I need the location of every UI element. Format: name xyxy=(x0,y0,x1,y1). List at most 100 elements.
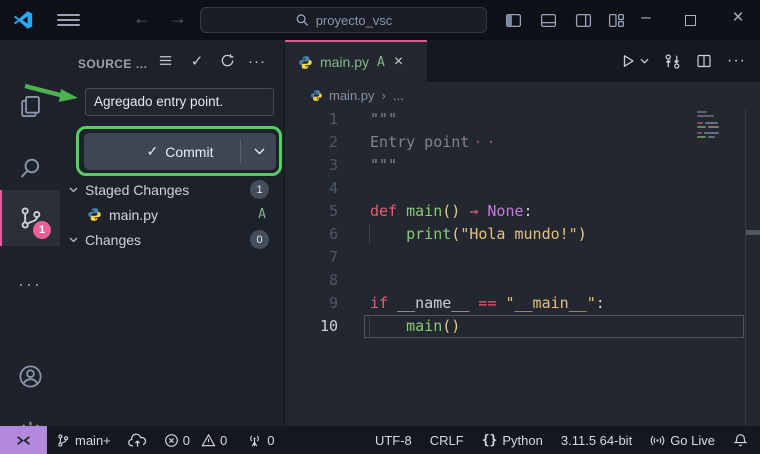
code-line-3[interactable]: 3""" xyxy=(285,154,760,177)
go-live-label: Go Live xyxy=(670,433,715,448)
line-content[interactable] xyxy=(338,177,370,200)
sync-changes-button[interactable] xyxy=(128,433,147,448)
branch-indicator[interactable]: main+ xyxy=(56,433,111,448)
commit-message-input[interactable]: Agregado entry point. xyxy=(85,88,274,116)
cloud-upload-icon xyxy=(128,433,147,448)
interpreter-label: 3.11.5 64-bit xyxy=(561,433,632,448)
toggle-sidebar-icon[interactable] xyxy=(505,12,522,29)
refresh-icon[interactable] xyxy=(218,53,236,71)
more-views-icon[interactable]: ··· xyxy=(0,262,60,306)
minimize-button[interactable]: – xyxy=(636,7,656,27)
maximize-button[interactable] xyxy=(685,15,696,26)
search-view-icon[interactable] xyxy=(0,146,60,190)
editor-more-actions-icon[interactable]: ··· xyxy=(727,52,746,70)
line-number[interactable]: 2 xyxy=(285,131,338,154)
open-changes-icon[interactable] xyxy=(664,53,681,70)
line-content[interactable] xyxy=(338,269,370,292)
line-content[interactable]: print("Hola mundo!") xyxy=(338,223,587,246)
line-number[interactable]: 6 xyxy=(285,223,338,246)
account-icon[interactable] xyxy=(0,354,60,398)
line-content[interactable]: Entry point·· xyxy=(338,131,499,154)
code-line-7[interactable]: 7 xyxy=(285,246,760,269)
scrollbar-marker[interactable] xyxy=(746,230,760,235)
breadcrumb[interactable]: main.py › ... xyxy=(285,82,760,108)
line-content[interactable]: def main() → None: xyxy=(338,200,533,223)
minimap[interactable] xyxy=(697,111,742,140)
commit-check-icon[interactable]: ✓ xyxy=(188,53,206,71)
run-dropdown-chevron-icon[interactable] xyxy=(640,58,649,64)
eol-indicator[interactable]: CRLF xyxy=(430,433,464,448)
line-number[interactable]: 4 xyxy=(285,177,338,200)
code-line-5[interactable]: 5def main() → None: xyxy=(285,200,760,223)
tab-main-py[interactable]: main.py A × xyxy=(285,40,427,82)
line-content[interactable]: """ xyxy=(338,154,397,177)
line-content[interactable]: """ xyxy=(338,108,397,131)
command-center-search[interactable]: proyecto_vsc xyxy=(200,7,487,33)
go-live-button[interactable]: Go Live xyxy=(650,433,715,448)
line-number[interactable]: 7 xyxy=(285,246,338,269)
code-line-4[interactable]: 4 xyxy=(285,177,760,200)
commit-button[interactable]: ✓ Commit xyxy=(84,133,276,170)
source-control-icon[interactable]: 1 xyxy=(0,190,60,246)
line-number[interactable]: 5 xyxy=(285,200,338,223)
tab-close-icon[interactable]: × xyxy=(394,53,403,71)
code-line-10[interactable]: 10 main() xyxy=(285,315,760,338)
staged-file-name: main.py xyxy=(109,207,158,223)
view-as-list-icon[interactable] xyxy=(156,53,174,71)
code-line-8[interactable]: 8 xyxy=(285,269,760,292)
ports-count: 0 xyxy=(267,433,274,448)
code-line-2[interactable]: 2Entry point·· xyxy=(285,131,760,154)
code-area[interactable]: 1"""2Entry point··3"""45def main() → Non… xyxy=(285,108,760,426)
split-editor-icon[interactable] xyxy=(696,53,712,69)
code-lines: 1"""2Entry point··3"""45def main() → Non… xyxy=(285,108,760,338)
back-arrow-icon[interactable]: ← xyxy=(131,8,153,29)
line-content[interactable] xyxy=(338,246,370,269)
ports-indicator[interactable]: 0 xyxy=(247,433,274,448)
run-python-file-button[interactable] xyxy=(620,53,649,69)
encoding-indicator[interactable]: UTF-8 xyxy=(375,433,412,448)
code-line-9[interactable]: 9if __name__ == "__main__": xyxy=(285,292,760,315)
tab-file-name: main.py xyxy=(320,54,369,70)
chevron-down-icon xyxy=(69,237,78,243)
changes-section[interactable]: Changes 0 xyxy=(60,227,285,252)
staged-changes-section[interactable]: Staged Changes 1 xyxy=(60,177,285,202)
remote-indicator[interactable] xyxy=(0,426,47,454)
changes-label: Changes xyxy=(85,232,141,248)
tab-git-status: A xyxy=(377,55,385,70)
breadcrumb-symbol[interactable]: ... xyxy=(393,88,404,103)
braces-icon: {} xyxy=(482,433,498,448)
code-line-6[interactable]: 6 print("Hola mundo!") xyxy=(285,223,760,246)
commit-button-label: Commit xyxy=(165,144,213,160)
bell-icon xyxy=(733,433,748,448)
line-number[interactable]: 3 xyxy=(285,154,338,177)
line-content[interactable]: main() xyxy=(338,315,460,338)
staged-file-row[interactable]: main.py A xyxy=(60,202,285,227)
problems-indicator[interactable]: 0 0 xyxy=(164,433,227,448)
line-content[interactable]: if __name__ == "__main__": xyxy=(338,292,605,315)
python-interpreter-indicator[interactable]: 3.11.5 64-bit xyxy=(561,433,632,448)
explorer-icon[interactable] xyxy=(0,84,60,128)
notifications-bell[interactable] xyxy=(733,433,748,448)
breadcrumb-file[interactable]: main.py xyxy=(329,88,375,103)
toggle-secondary-sidebar-icon[interactable] xyxy=(575,12,592,29)
line-number[interactable]: 10 xyxy=(285,315,338,338)
menu-icon[interactable] xyxy=(57,14,80,26)
toggle-panel-icon[interactable] xyxy=(540,12,557,29)
sidebar-title: SOURCE … xyxy=(78,57,148,71)
python-file-icon xyxy=(310,89,323,102)
encoding-label: UTF-8 xyxy=(375,433,412,448)
search-text: proyecto_vsc xyxy=(316,13,393,28)
close-window-button[interactable]: × xyxy=(728,7,748,29)
sidebar-more-actions-icon[interactable]: ··· xyxy=(248,53,266,71)
line-number[interactable]: 9 xyxy=(285,292,338,315)
code-line-1[interactable]: 1""" xyxy=(285,108,760,131)
line-number[interactable]: 1 xyxy=(285,108,338,131)
warning-icon xyxy=(201,433,216,448)
line-number[interactable]: 8 xyxy=(285,269,338,292)
commit-dropdown-chevron-icon[interactable] xyxy=(254,148,265,155)
customize-layout-icon[interactable] xyxy=(608,12,625,29)
tab-bar: main.py A × ··· xyxy=(285,40,760,82)
warning-count: 0 xyxy=(220,433,227,448)
language-mode-indicator[interactable]: {} Python xyxy=(482,433,543,448)
forward-arrow-icon[interactable]: → xyxy=(167,8,189,29)
